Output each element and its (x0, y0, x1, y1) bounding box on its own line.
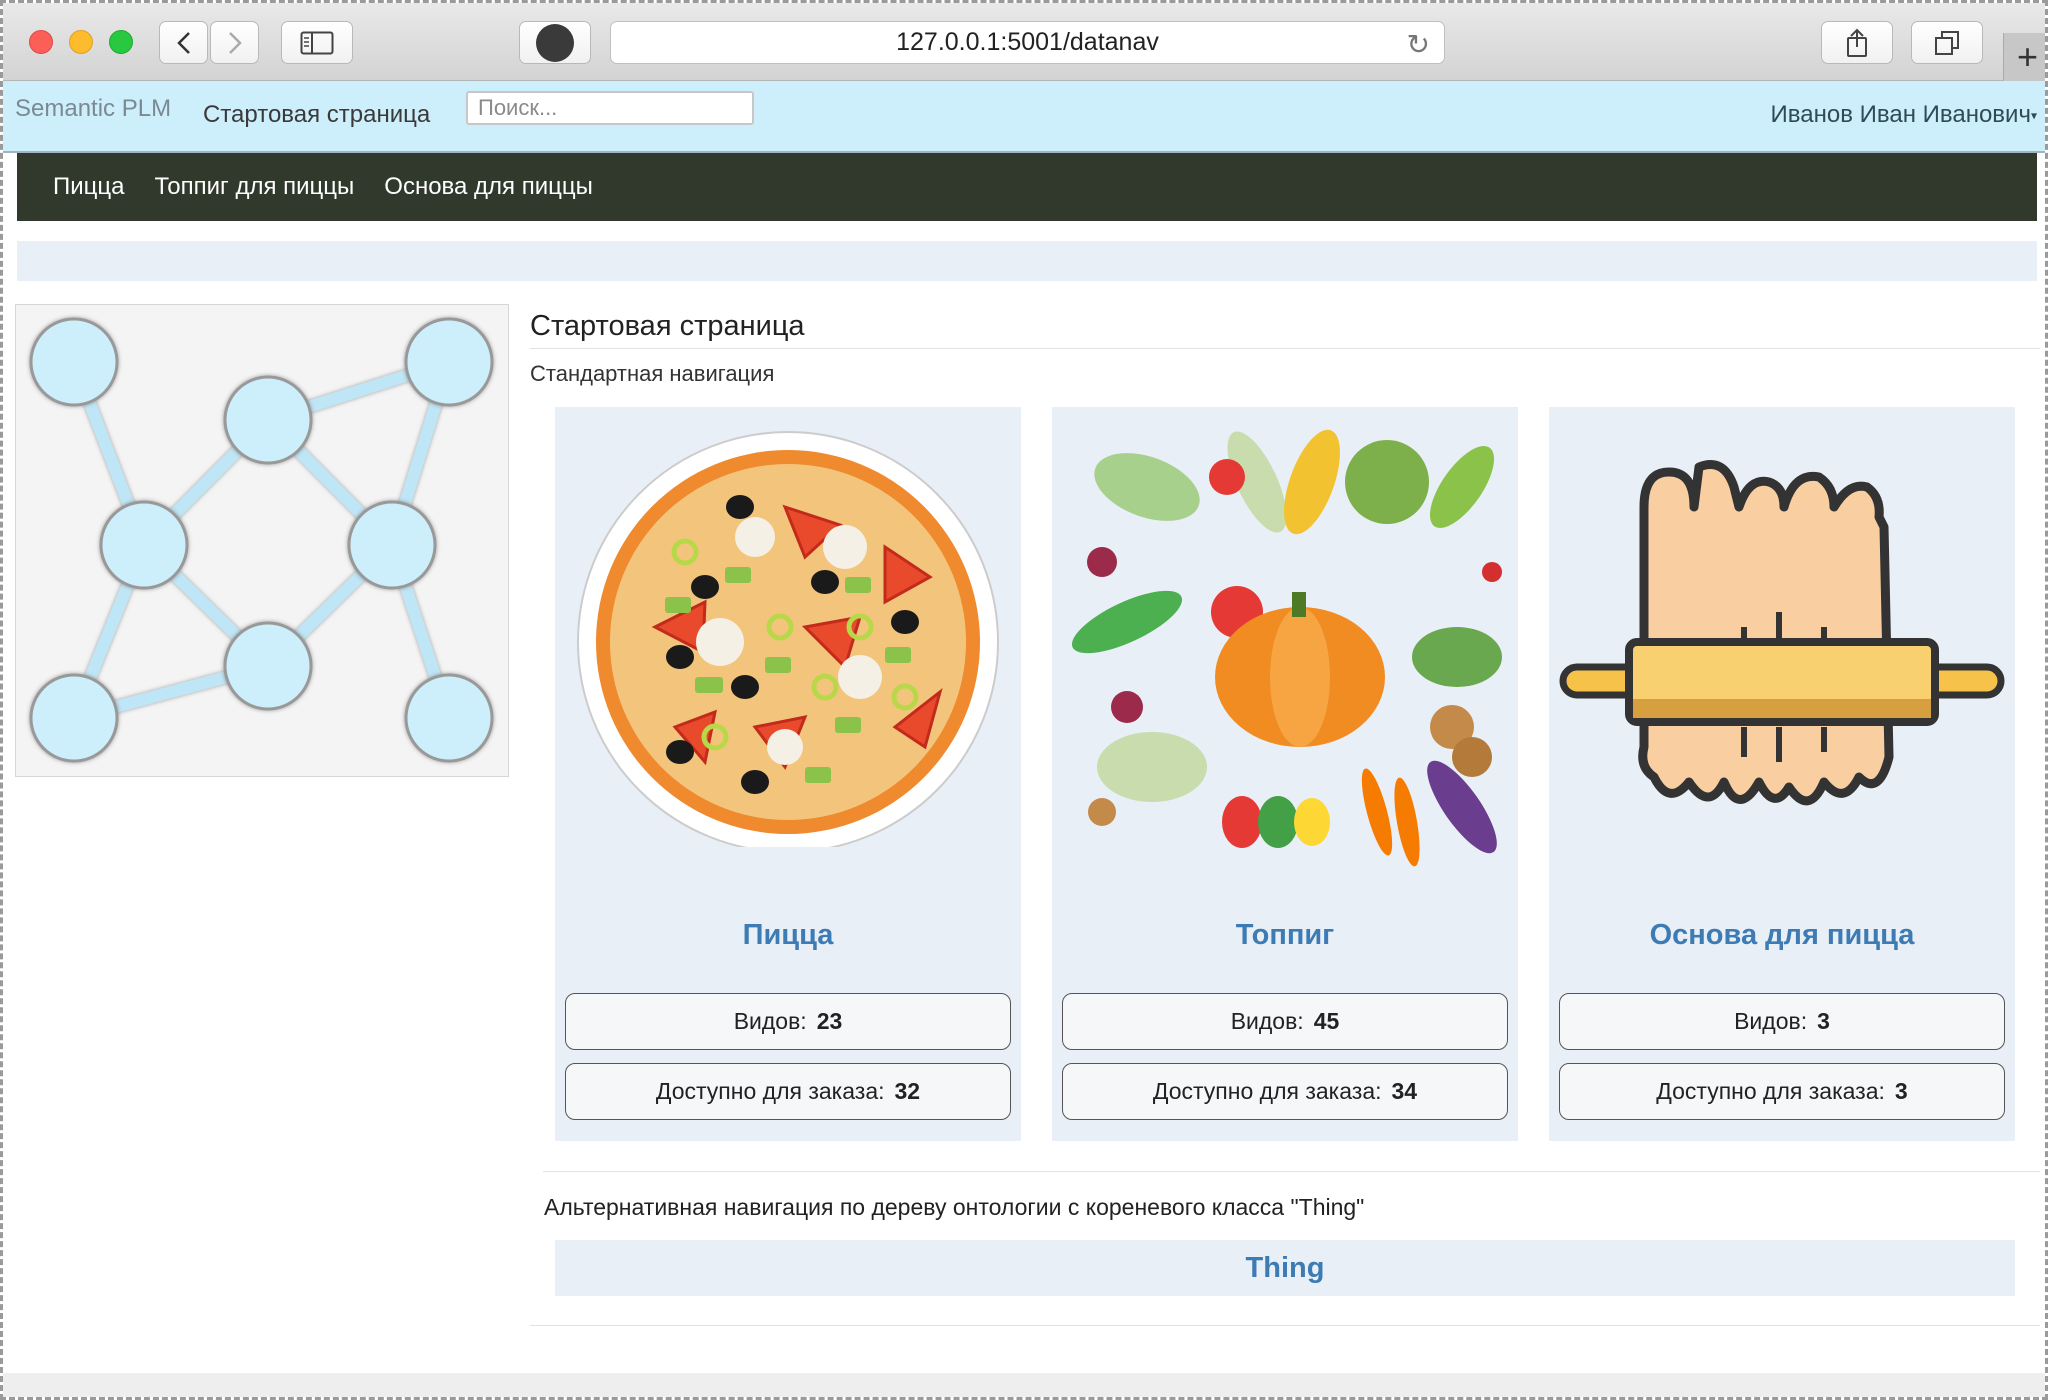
page-title: Стартовая страница (530, 310, 805, 342)
nav-item-topping[interactable]: Топпиг для пиццы (155, 173, 355, 201)
kinds-label: Видов: (733, 1008, 807, 1034)
kinds-label: Видов: (1230, 1008, 1304, 1034)
available-label: Доступно для заказа: (1656, 1078, 1885, 1104)
available-count-pill[interactable]: Доступно для заказа: 3 (1559, 1063, 2005, 1120)
extension-button[interactable] (519, 21, 591, 64)
kinds-count-pill[interactable]: Видов: 45 (1062, 993, 1508, 1050)
share-icon (1847, 28, 1867, 57)
ontology-root-link[interactable]: Thing (555, 1240, 2015, 1296)
caret-down-icon: ▾ (2030, 108, 2037, 123)
available-count-pill[interactable]: Доступно для заказа: 34 (1062, 1063, 1508, 1120)
card-title[interactable]: Основа для пицца (1549, 919, 2015, 952)
forward-button[interactable] (210, 21, 259, 64)
divider (530, 1325, 2040, 1326)
kinds-value: 45 (1313, 1008, 1340, 1034)
brand-logo-text[interactable]: Semantic PLM (15, 95, 171, 123)
app-header: Semantic PLM Стартовая страница Иванов И… (3, 81, 2045, 153)
start-page-link[interactable]: Стартовая страница (203, 101, 430, 129)
section-title-alt-nav: Альтернативная навигация по дереву онтол… (544, 1194, 1365, 1220)
nav-item-pizza[interactable]: Пицца (53, 173, 125, 201)
kinds-value: 3 (1817, 1008, 1830, 1034)
card-title[interactable]: Топпиг (1052, 919, 1518, 952)
kinds-count-pill[interactable]: Видов: 23 (565, 993, 1011, 1050)
new-tab-button[interactable]: + (2003, 33, 2045, 81)
close-window-button[interactable] (29, 30, 53, 54)
chevron-right-icon (228, 31, 242, 54)
main-navbar: Пицца Топпиг для пиццы Основа для пиццы (17, 153, 2037, 221)
user-name: Иванов Иван Иванович (1770, 101, 2031, 128)
available-value: 34 (1391, 1078, 1418, 1104)
available-count-pill[interactable]: Доступно для заказа: 32 (565, 1063, 1011, 1120)
category-card-base[interactable]: Основа для пицца Видов: 3 Доступно для з… (1549, 407, 2015, 1141)
browser-toolbar: 127.0.0.1:5001/datanav ↻ + (3, 3, 2045, 81)
pizza-image (555, 427, 1021, 853)
address-bar[interactable]: 127.0.0.1:5001/datanav ↻ (610, 21, 1445, 64)
user-menu[interactable]: Иванов Иван Иванович▾ (1771, 101, 2037, 129)
page-footer (3, 1373, 2045, 1397)
category-card-pizza[interactable]: Пицца Видов: 23 Доступно для заказа: 32 (555, 407, 1021, 1141)
available-value: 32 (894, 1078, 921, 1104)
zoom-window-button[interactable] (109, 30, 133, 54)
ontology-graph-logo (15, 304, 509, 777)
minimize-window-button[interactable] (69, 30, 93, 54)
section-title-standard-nav: Стандартная навигация (530, 361, 775, 386)
chevron-left-icon (176, 31, 190, 54)
card-title[interactable]: Пицца (555, 919, 1021, 952)
tabs-overview-button[interactable] (1911, 21, 1983, 64)
sidebar-icon (300, 31, 334, 54)
available-label: Доступно для заказа: (655, 1078, 885, 1104)
record-icon (536, 23, 574, 62)
kinds-value: 23 (816, 1008, 843, 1034)
breadcrumb-strip (17, 241, 2037, 281)
share-button[interactable] (1821, 21, 1893, 64)
dough-rolling-pin-image (1549, 427, 2015, 847)
tabs-icon (1935, 30, 1959, 55)
category-card-topping[interactable]: Топпиг Видов: 45 Доступно для заказа: 34 (1052, 407, 1518, 1141)
divider (543, 1171, 2040, 1172)
reload-icon[interactable]: ↻ (1407, 28, 1430, 61)
network-graph-icon (29, 317, 494, 763)
sidebar-toggle-button[interactable] (281, 21, 353, 64)
vegetables-image (1052, 427, 1518, 867)
kinds-count-pill[interactable]: Видов: 3 (1559, 993, 2005, 1050)
browser-window: 127.0.0.1:5001/datanav ↻ + Semantic PLM … (0, 0, 2048, 1400)
nav-item-base[interactable]: Основа для пиццы (384, 173, 593, 201)
divider (530, 348, 2040, 349)
search-input[interactable] (466, 91, 754, 125)
url-text: 127.0.0.1:5001/datanav (896, 28, 1159, 56)
available-label: Доступно для заказа: (1152, 1078, 1382, 1104)
available-value: 3 (1894, 1078, 1908, 1104)
kinds-label: Видов: (1734, 1008, 1808, 1034)
back-button[interactable] (159, 21, 208, 64)
